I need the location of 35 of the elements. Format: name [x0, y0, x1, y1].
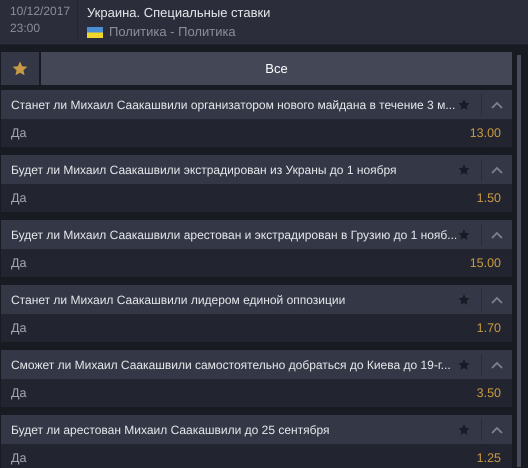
outcome-label: Да	[11, 190, 26, 208]
outcome-label: Да	[11, 450, 26, 468]
market-header[interactable]: Станет ли Михаил Саакашвили организатором нового майдана в течение 3 м...	[1, 90, 512, 120]
odds-value: 1.50	[476, 190, 502, 208]
market-header[interactable]: Сможет ли Михаил Саакашвили самостоятельно добраться до Киева до 19-г...	[1, 350, 512, 380]
outcome-label: Да	[11, 125, 26, 142]
outcome-row[interactable]: Да 13.00	[1, 120, 512, 147]
market-header[interactable]: Будет ли Михаил Саакашвили экстрадирован из Украны до 1 ноября	[1, 155, 512, 185]
filter-tab[interactable]: Все	[41, 52, 512, 85]
market-title: Станет ли Михаил Саакашвили организатором нового майдана в течение 3 м...	[10, 96, 456, 114]
outcome-row[interactable]: Да 15.00	[1, 250, 512, 277]
event-category: Политика - Политика	[109, 24, 236, 40]
odds-value: 1.70	[476, 320, 502, 338]
odds-value: 15.00	[470, 255, 502, 272]
outcome-label: Да	[11, 385, 26, 402]
market-title: Будет ли арестован Михаил Саакашвили до 25 сентября	[10, 422, 331, 438]
event-date: 10/12/2017	[10, 4, 72, 18]
event-time: 23:00	[10, 21, 42, 35]
outcome-row[interactable]: Да 1.70	[1, 315, 512, 342]
outcome-row[interactable]: Да 1.50	[1, 185, 512, 212]
market-header[interactable]: Станет ли Михаил Саакашвили лидером единой оппозиции	[1, 285, 512, 315]
market-title: Будет ли Михаил Саакашвили экстрадирован из Украны до 1 ноября	[10, 162, 398, 178]
odds-value: 13.00	[470, 125, 502, 142]
odds-value: 1.25	[476, 450, 502, 468]
outcome-row[interactable]: Да 3.50	[1, 380, 512, 407]
event-title: Украина. Специальные ставки	[87, 5, 270, 21]
outcome-row[interactable]: Да 1.25	[1, 445, 512, 468]
market-header[interactable]: Будет ли арестован Михаил Саакашвили до 25 сентября	[1, 415, 512, 445]
market-header[interactable]: Будет ли Михаил Саакашвили арестован и экстрадирован в Грузию до 1 нояб...	[1, 220, 512, 250]
outcome-label: Да	[11, 255, 26, 272]
market-title: Будет ли Михаил Саакашвили арестован и экстрадирован в Грузию до 1 нояб...	[10, 226, 458, 244]
odds-value: 3.50	[476, 385, 502, 402]
outcome-label: Да	[11, 320, 26, 338]
market-title: Станет ли Михаил Саакашвили лидером единой оппозиции	[10, 292, 346, 308]
market-title: Сможет ли Михаил Саакашвили самостоятельно добраться до Киева до 19-г...	[10, 356, 452, 374]
